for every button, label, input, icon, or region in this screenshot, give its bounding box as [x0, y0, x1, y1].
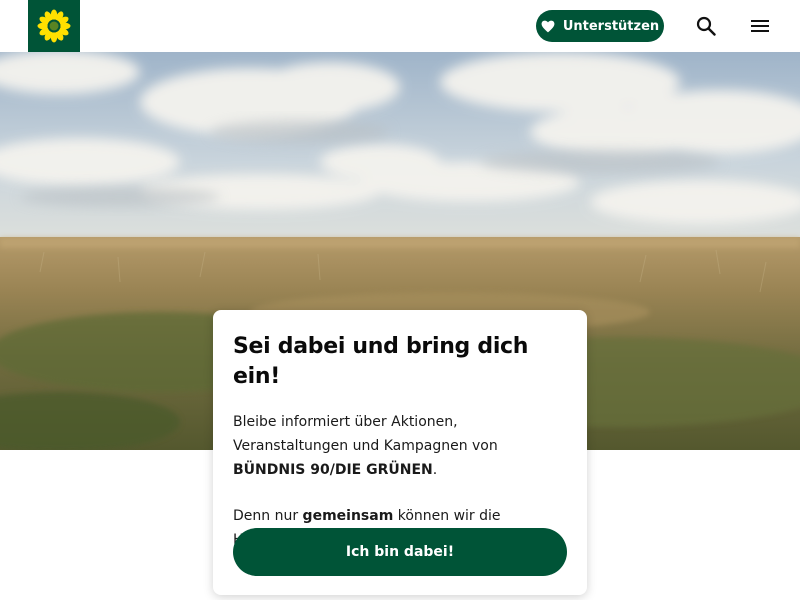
menu-icon: [751, 20, 769, 32]
info-text: Bleibe informiert über Aktionen, Veranst…: [233, 414, 498, 454]
site-header: Unterstützen: [0, 0, 800, 52]
card-title: Sei dabei und bring dich ein!: [233, 334, 529, 389]
support-button[interactable]: Unterstützen: [536, 10, 664, 42]
card-paragraph-info: Bleibe informiert über Aktionen, Veranst…: [233, 410, 567, 482]
together-text: Denn nur: [233, 508, 303, 524]
logo[interactable]: [28, 0, 80, 52]
support-button-label: Unterstützen: [562, 18, 660, 34]
party-name: BÜNDNIS 90/DIE GRÜNEN: [233, 462, 433, 478]
search-button[interactable]: [690, 10, 722, 42]
info-text-end: .: [432, 462, 438, 478]
join-button[interactable]: Ich bin dabei!: [233, 528, 567, 576]
sunflower-icon: [37, 9, 71, 43]
together-emphasis: gemeinsam: [302, 508, 394, 524]
menu-button[interactable]: [744, 10, 776, 42]
heart-icon: [541, 20, 555, 33]
signup-card: Sei dabei und bring dich ein! Bleibe inf…: [213, 310, 587, 595]
search-icon: [696, 16, 716, 36]
